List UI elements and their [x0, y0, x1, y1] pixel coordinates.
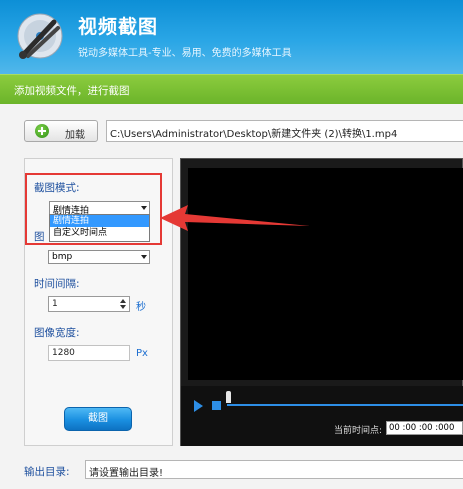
image-format-select[interactable]: bmp — [48, 250, 150, 264]
progress-track[interactable] — [227, 404, 463, 406]
step-text: 添加视频文件，进行截图 — [14, 85, 130, 97]
interval-unit: 秒 — [136, 302, 146, 313]
annotation-arrow-icon — [160, 205, 310, 231]
current-time-label: 当前时间点: — [334, 426, 383, 436]
load-button-label: 加载 — [65, 130, 85, 141]
chevron-down-icon — [141, 255, 147, 259]
current-time-field[interactable]: 00 :00 :00 :000 — [386, 421, 463, 435]
interval-value: 1 — [52, 299, 58, 309]
output-dir-field[interactable]: 请设置输出目录! — [85, 460, 463, 479]
interval-stepper[interactable]: 1 — [48, 296, 130, 312]
player-controls — [181, 386, 463, 446]
plus-circle-icon — [35, 124, 49, 138]
app-subtitle: 锐动多媒体工具-专业、易用、免费的多媒体工具 — [78, 48, 292, 59]
play-icon[interactable] — [194, 400, 203, 412]
scissors-disc-icon — [17, 13, 63, 59]
width-unit: Px — [136, 348, 148, 359]
image-width-label: 图像宽度: — [34, 327, 80, 339]
image-width-input[interactable]: 1280 — [48, 345, 130, 361]
file-path-field[interactable]: C:\Users\Administrator\Desktop\新建文件夹 (2)… — [106, 120, 463, 142]
image-format-value: bmp — [52, 252, 73, 262]
spin-down-icon[interactable] — [120, 305, 126, 309]
app-title: 视频截图 — [78, 16, 159, 38]
capture-button[interactable]: 截图 — [64, 407, 132, 431]
load-button[interactable]: 加载 — [24, 120, 98, 142]
spin-up-icon[interactable] — [120, 299, 126, 303]
step-bar: 添加视频文件，进行截图 — [0, 74, 463, 104]
app-header: 视频截图 锐动多媒体工具-专业、易用、免费的多媒体工具 — [0, 0, 463, 74]
highlight-box — [25, 173, 162, 245]
stop-icon[interactable] — [212, 401, 221, 410]
interval-label: 时间间隔: — [34, 278, 80, 290]
output-dir-label: 输出目录: — [24, 466, 70, 478]
progress-thumb[interactable] — [226, 391, 231, 403]
app-window: 视频截图 锐动多媒体工具-专业、易用、免费的多媒体工具 添加视频文件，进行截图 … — [0, 0, 463, 489]
